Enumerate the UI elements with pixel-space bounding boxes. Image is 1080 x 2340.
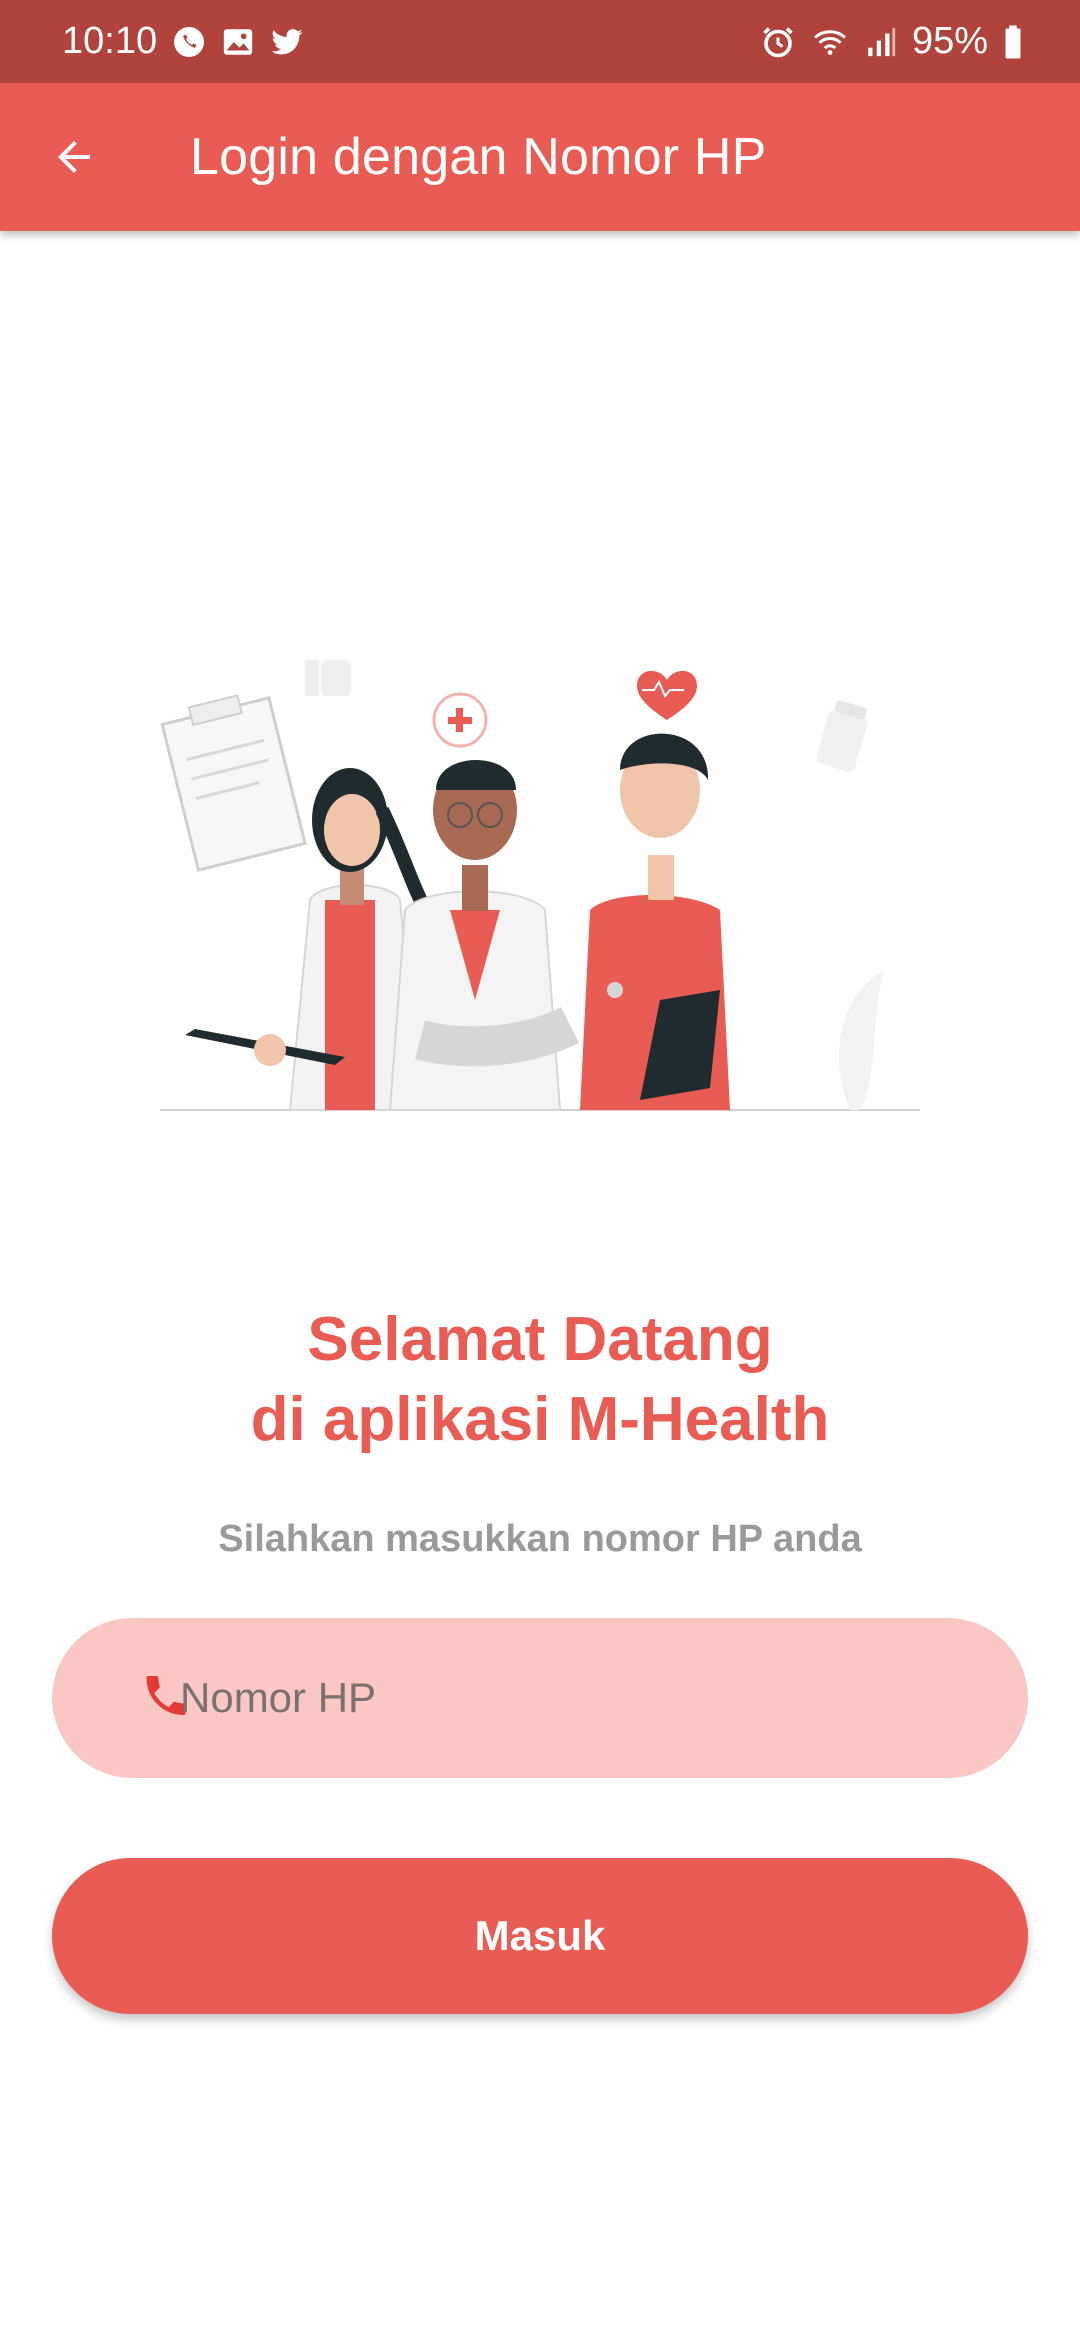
status-time: 10:10 — [62, 20, 158, 62]
gallery-icon — [221, 25, 255, 59]
twitter-icon — [269, 25, 305, 59]
welcome-line-2: di aplikasi M-Health — [250, 1385, 830, 1454]
wifi-icon — [810, 24, 850, 60]
page-title: Login dengan Nomor HP — [190, 128, 767, 186]
signal-icon — [864, 25, 898, 59]
status-right: 95% — [760, 20, 1024, 63]
clipboard-illustration — [160, 694, 307, 872]
alarm-icon — [760, 24, 796, 60]
status-bar: 10:10 95% — [0, 0, 1080, 83]
status-left: 10:10 — [62, 20, 305, 63]
nurse-illustration — [580, 733, 730, 1110]
male-doctor-illustration — [388, 760, 579, 1111]
whatsapp-icon — [171, 24, 207, 60]
heart-illustration — [637, 670, 697, 720]
login-button[interactable]: Masuk — [52, 1858, 1028, 2014]
welcome-heading: Selamat Datang di aplikasi M-Health — [0, 1300, 1080, 1460]
battery-icon — [1002, 24, 1024, 60]
battery-text: 95% — [911, 20, 988, 62]
instruction-text: Silahkan masukkan nomor HP anda — [218, 1518, 862, 1560]
thumbs-up-illustration — [305, 660, 351, 696]
back-button[interactable] — [46, 129, 102, 185]
phone-field[interactable] — [52, 1618, 1028, 1778]
welcome-line-1: Selamat Datang — [307, 1305, 773, 1374]
app-bar: Login dengan Nomor HP — [0, 83, 1080, 231]
arrow-left-icon — [58, 141, 90, 173]
medical-plus-illustration — [432, 692, 488, 748]
doctors-illustration — [160, 660, 920, 1111]
phone-input[interactable] — [180, 1618, 980, 1778]
medicine-bottle-illustration — [816, 700, 868, 772]
